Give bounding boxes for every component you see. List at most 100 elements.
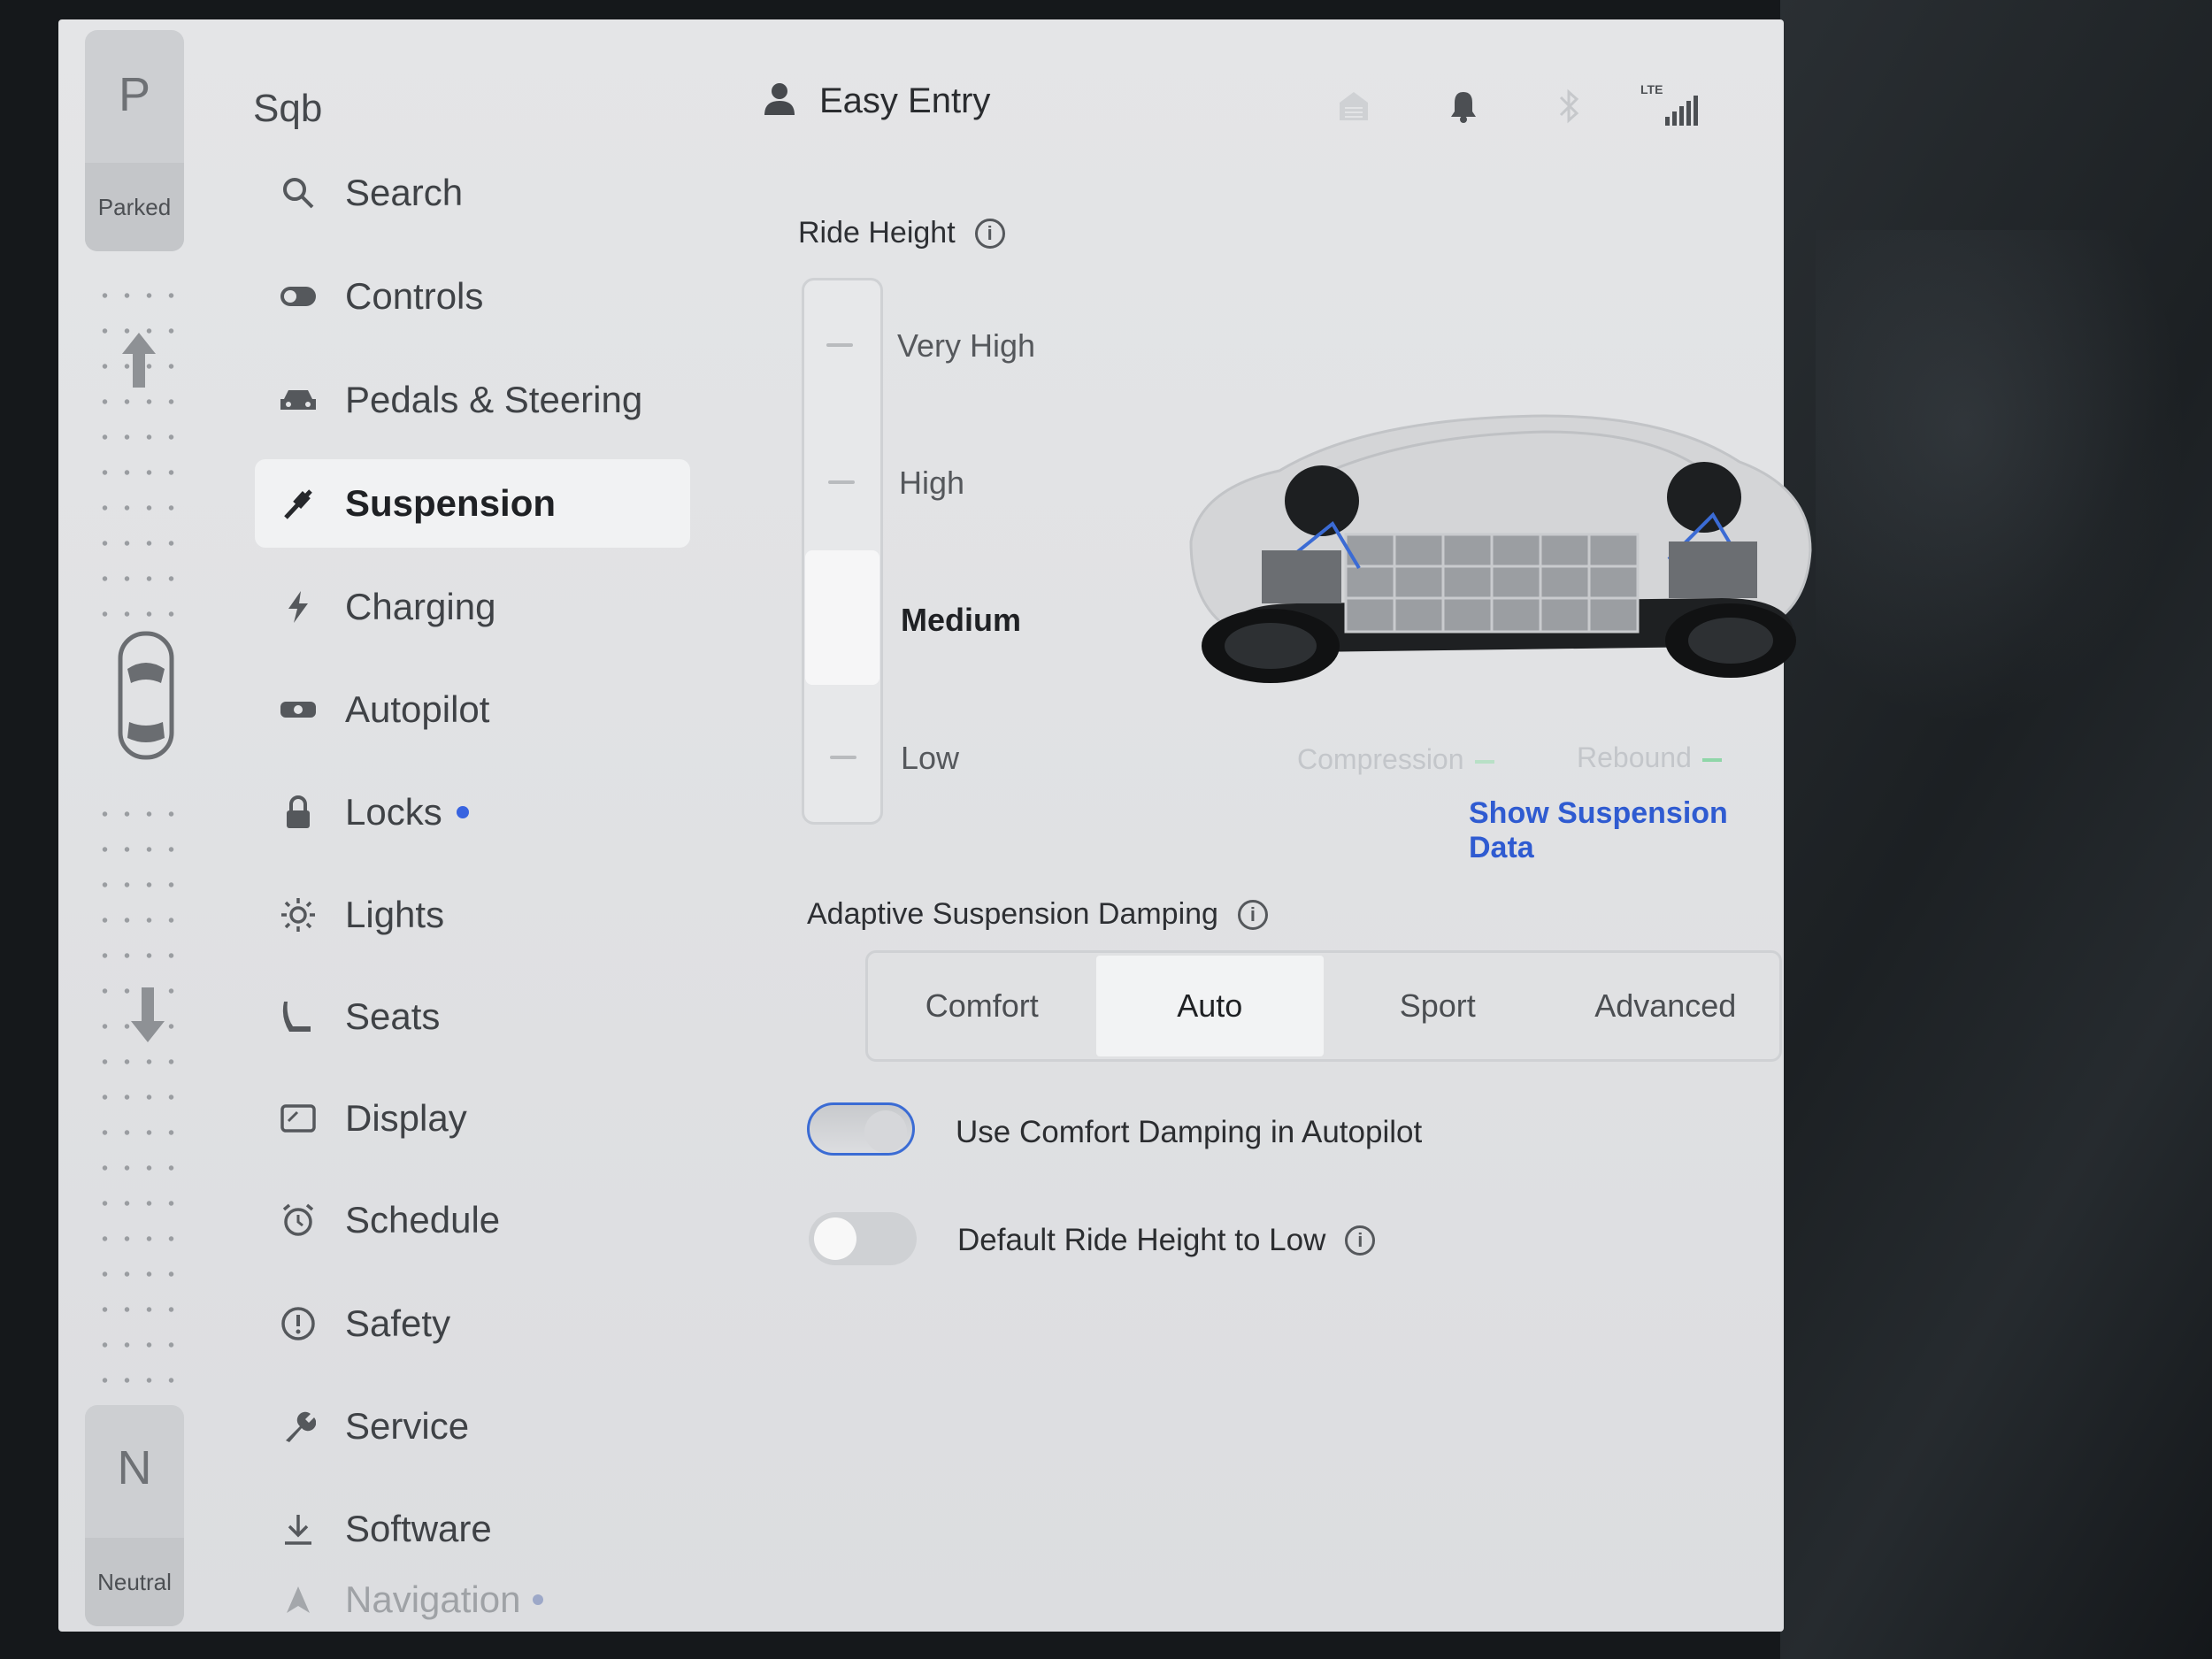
rebound-legend-label: Rebound (1577, 741, 1692, 773)
info-icon[interactable]: i (1345, 1225, 1376, 1256)
ride-height-label: Ride Height (798, 216, 956, 250)
sidebar-item-charging[interactable]: Charging (255, 563, 690, 651)
touchscreen: P Parked N Neutral Sqb Search Controls P… (58, 19, 1812, 1632)
damping-segmented-control[interactable]: Comfort Auto Sport Advanced (865, 950, 1782, 1062)
ride-height-tick (828, 480, 855, 484)
search-icon (276, 175, 320, 211)
ride-height-selected-indicator (805, 550, 879, 685)
toggle-icon (276, 285, 320, 308)
navigation-arrow-icon (276, 1583, 320, 1617)
ride-height-option-medium[interactable]: Medium (901, 602, 1021, 639)
car-top-view-icon (115, 630, 177, 765)
ride-height-option-low[interactable]: Low (901, 740, 959, 777)
sun-icon (276, 896, 320, 933)
damping-option-auto[interactable]: Auto (1095, 956, 1324, 1056)
sidebar-item-label: Navigation (345, 1578, 521, 1620)
driver-profile[interactable]: Easy Entry (763, 81, 990, 121)
arrow-down-icon (127, 984, 168, 1060)
damping-option-comfort[interactable]: Comfort (868, 953, 1096, 1059)
lock-icon (276, 795, 320, 830)
sidebar-item-lights[interactable]: Lights (255, 871, 690, 959)
default-ride-height-low-row: Default Ride Height to Low i (957, 1223, 1376, 1258)
steering-wheel-icon (276, 698, 320, 721)
sidebar-item-software[interactable]: Software (255, 1485, 690, 1573)
damping-title: Adaptive Suspension Damping i (807, 897, 1268, 932)
compression-legend-label: Compression (1297, 743, 1464, 775)
sidebar-item-label: Pedals & Steering (345, 379, 643, 420)
sidebar-item-label: Controls (345, 275, 484, 317)
vehicle-name: Sqb (253, 87, 323, 130)
damping-label: Adaptive Suspension Damping (807, 897, 1218, 931)
notification-dot (456, 806, 469, 818)
ride-height-tick (826, 343, 853, 347)
gear-label: Parked (85, 163, 184, 251)
person-icon (763, 81, 796, 121)
sidebar-item-label: Display (345, 1097, 467, 1139)
bluetooth-icon[interactable] (1555, 87, 1582, 130)
gear-letter: P (118, 68, 151, 121)
sidebar-item-label: Service (345, 1405, 470, 1447)
show-suspension-data-link[interactable]: Show Suspension Data (1469, 796, 1784, 865)
toggle-knob (864, 1110, 907, 1153)
seat-icon (276, 998, 320, 1035)
sidebar-item-label: Autopilot (345, 688, 490, 730)
notification-dot (533, 1594, 544, 1605)
garage-icon[interactable] (1336, 88, 1371, 128)
rebound-legend: Rebound (1577, 741, 1722, 774)
vehicle-suspension-render (1173, 409, 1819, 701)
wrench-icon (276, 1409, 320, 1444)
bell-icon[interactable] (1448, 88, 1479, 128)
display-bezel (1780, 0, 2212, 1659)
alert-circle-icon (276, 1305, 320, 1342)
comfort-damping-autopilot-label: Use Comfort Damping in Autopilot (956, 1115, 1423, 1149)
sidebar-item-pedals-steering[interactable]: Pedals & Steering (255, 356, 690, 444)
sidebar-item-suspension[interactable]: Suspension (255, 459, 690, 548)
compression-legend: Compression (1297, 743, 1494, 776)
sidebar-item-display[interactable]: Display (255, 1074, 690, 1163)
sidebar-item-label: Search (345, 172, 464, 213)
sidebar-item-search[interactable]: Search (255, 149, 690, 237)
sidebar-item-schedule[interactable]: Schedule (255, 1176, 690, 1264)
sidebar-item-navigation[interactable]: Navigation (255, 1568, 690, 1632)
gear-letter: N (117, 1441, 152, 1494)
gear-park[interactable]: P Parked (85, 30, 184, 251)
info-icon[interactable]: i (974, 218, 1005, 249)
sidebar-item-label: Seats (345, 995, 441, 1037)
gear-neutral[interactable]: N Neutral (85, 1405, 184, 1626)
ride-height-option-very-high[interactable]: Very High (897, 327, 1035, 365)
lte-signal-icon: LTE (1639, 81, 1701, 135)
lte-text: LTE (1640, 82, 1663, 96)
download-icon (276, 1511, 320, 1547)
shock-absorber-icon (276, 486, 320, 521)
sidebar-item-label: Suspension (345, 482, 557, 524)
gear-label: Neutral (85, 1538, 184, 1626)
gear-drag-dots (94, 796, 182, 1407)
sidebar-item-label: Safety (345, 1302, 451, 1344)
default-ride-height-low-label: Default Ride Height to Low (957, 1223, 1326, 1257)
sidebar-item-label: Lights (345, 894, 445, 935)
sidebar-item-label: Software (345, 1508, 492, 1549)
sidebar-item-safety[interactable]: Safety (255, 1279, 690, 1368)
damping-option-advanced[interactable]: Advanced (1552, 953, 1780, 1059)
sidebar-item-label: Schedule (345, 1199, 501, 1240)
car-icon (276, 387, 320, 413)
sidebar-item-locks[interactable]: Locks (255, 768, 690, 856)
profile-name: Easy Entry (819, 81, 991, 120)
ride-height-option-high[interactable]: High (899, 465, 964, 502)
gear-selector[interactable]: P Parked N Neutral (67, 19, 184, 1632)
ride-height-title: Ride Height i (798, 216, 1005, 250)
sidebar-item-label: Locks (345, 791, 442, 833)
sidebar-item-controls[interactable]: Controls (255, 252, 690, 341)
sidebar-item-seats[interactable]: Seats (255, 972, 690, 1061)
sidebar-item-label: Charging (345, 586, 496, 627)
sidebar-item-service[interactable]: Service (255, 1382, 690, 1471)
lightning-icon (276, 589, 320, 625)
comfort-damping-autopilot-toggle[interactable] (807, 1102, 915, 1156)
info-icon[interactable]: i (1237, 899, 1268, 930)
ride-height-tick (830, 756, 856, 759)
sidebar-item-autopilot[interactable]: Autopilot (255, 665, 690, 754)
alarm-clock-icon (276, 1202, 320, 1239)
damping-option-sport[interactable]: Sport (1324, 953, 1552, 1059)
display-icon (276, 1103, 320, 1133)
default-ride-height-low-toggle[interactable] (809, 1212, 917, 1265)
